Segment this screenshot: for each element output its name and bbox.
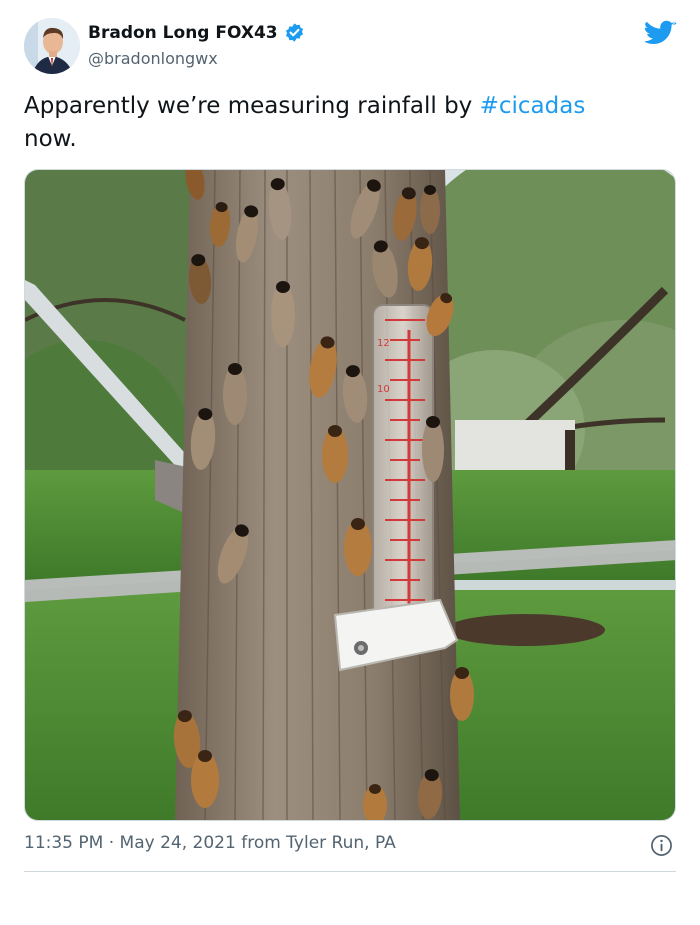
meta-separator: · [103, 833, 120, 853]
tweet-text: Apparently we’re measuring rainfall by #… [24, 90, 674, 156]
author-display-name[interactable]: Bradon Long FOX43 [88, 23, 278, 43]
tweet-text-before: Apparently we’re measuring rainfall by [24, 93, 480, 119]
tweet-date[interactable]: May 24, 2021 [120, 833, 236, 853]
author-handle[interactable]: @bradonlongwx [88, 49, 305, 68]
tweet-photo[interactable]: 12 10 [24, 169, 676, 821]
photo-image: 12 10 [25, 170, 675, 820]
gauge-mark-12: 12 [377, 338, 390, 349]
divider [24, 871, 676, 872]
author-block: Bradon Long FOX43 @bradonlongwx [88, 22, 305, 68]
tweet-text-after: now. [24, 126, 77, 152]
author-avatar[interactable] [24, 18, 80, 74]
avatar-image [24, 18, 80, 74]
tweet-source: from Tyler Run, PA [235, 833, 396, 853]
hashtag-link[interactable]: #cicadas [480, 93, 586, 119]
twitter-bird-icon[interactable] [643, 20, 677, 48]
tweet-card: Bradon Long FOX43 @bradonlongwx Apparent… [0, 0, 700, 925]
gauge-mark-10: 10 [377, 384, 390, 395]
info-icon[interactable] [650, 834, 673, 857]
tweet-meta: 11:35 PM · May 24, 2021 from Tyler Run, … [24, 833, 396, 853]
name-row: Bradon Long FOX43 [88, 22, 305, 43]
verified-badge-icon [284, 22, 305, 43]
tweet-time[interactable]: 11:35 PM [24, 833, 103, 853]
